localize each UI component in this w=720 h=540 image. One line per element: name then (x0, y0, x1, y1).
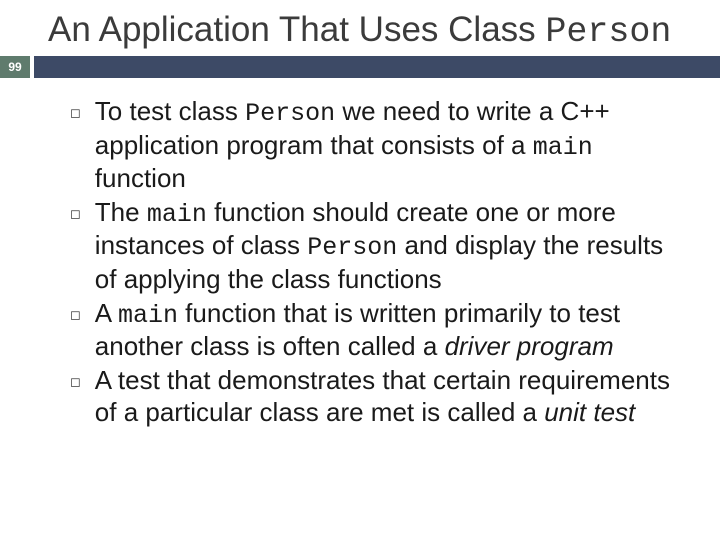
bullet-marker-icon: ◻ (70, 308, 81, 321)
title-text: An Application That Uses Class (48, 10, 536, 49)
text-run: The (95, 197, 147, 227)
bullet-item: ◻ The main function should create one or … (70, 197, 690, 296)
emphasis-text: driver program (445, 331, 614, 361)
bullet-text: The main function should create one or m… (95, 197, 690, 296)
divider-bar (34, 56, 720, 78)
bullet-item: ◻ To test class Person we need to write a… (70, 96, 690, 195)
content-area: ◻ To test class Person we need to write a… (0, 78, 720, 428)
page-number-badge: 99 (0, 56, 30, 78)
code-text: main (118, 301, 178, 330)
bullet-item: ◻ A main function that is written primari… (70, 298, 690, 363)
bullet-marker-icon: ◻ (70, 375, 81, 388)
text-run: function (95, 163, 186, 193)
slide-title-area: An Application That Uses Class Person (0, 0, 720, 52)
text-run: To test class (95, 96, 245, 126)
code-text: Person (307, 233, 397, 262)
bullet-text: To test class Person we need to write a … (95, 96, 690, 195)
divider-row: 99 (0, 56, 720, 78)
bullet-item: ◻ A test that demonstrates that certain r… (70, 365, 690, 428)
code-text: Person (245, 99, 335, 128)
title-mono: Person (545, 12, 671, 52)
bullet-marker-icon: ◻ (70, 207, 81, 220)
code-text: main (147, 200, 207, 229)
slide-title: An Application That Uses Class Person (48, 10, 720, 52)
code-text: main (533, 133, 593, 162)
bullet-text: A main function that is written primaril… (95, 298, 690, 363)
bullet-text: A test that demonstrates that certain re… (95, 365, 690, 428)
emphasis-text: unit test (544, 397, 635, 427)
bullet-marker-icon: ◻ (70, 106, 81, 119)
text-run: A (95, 298, 118, 328)
